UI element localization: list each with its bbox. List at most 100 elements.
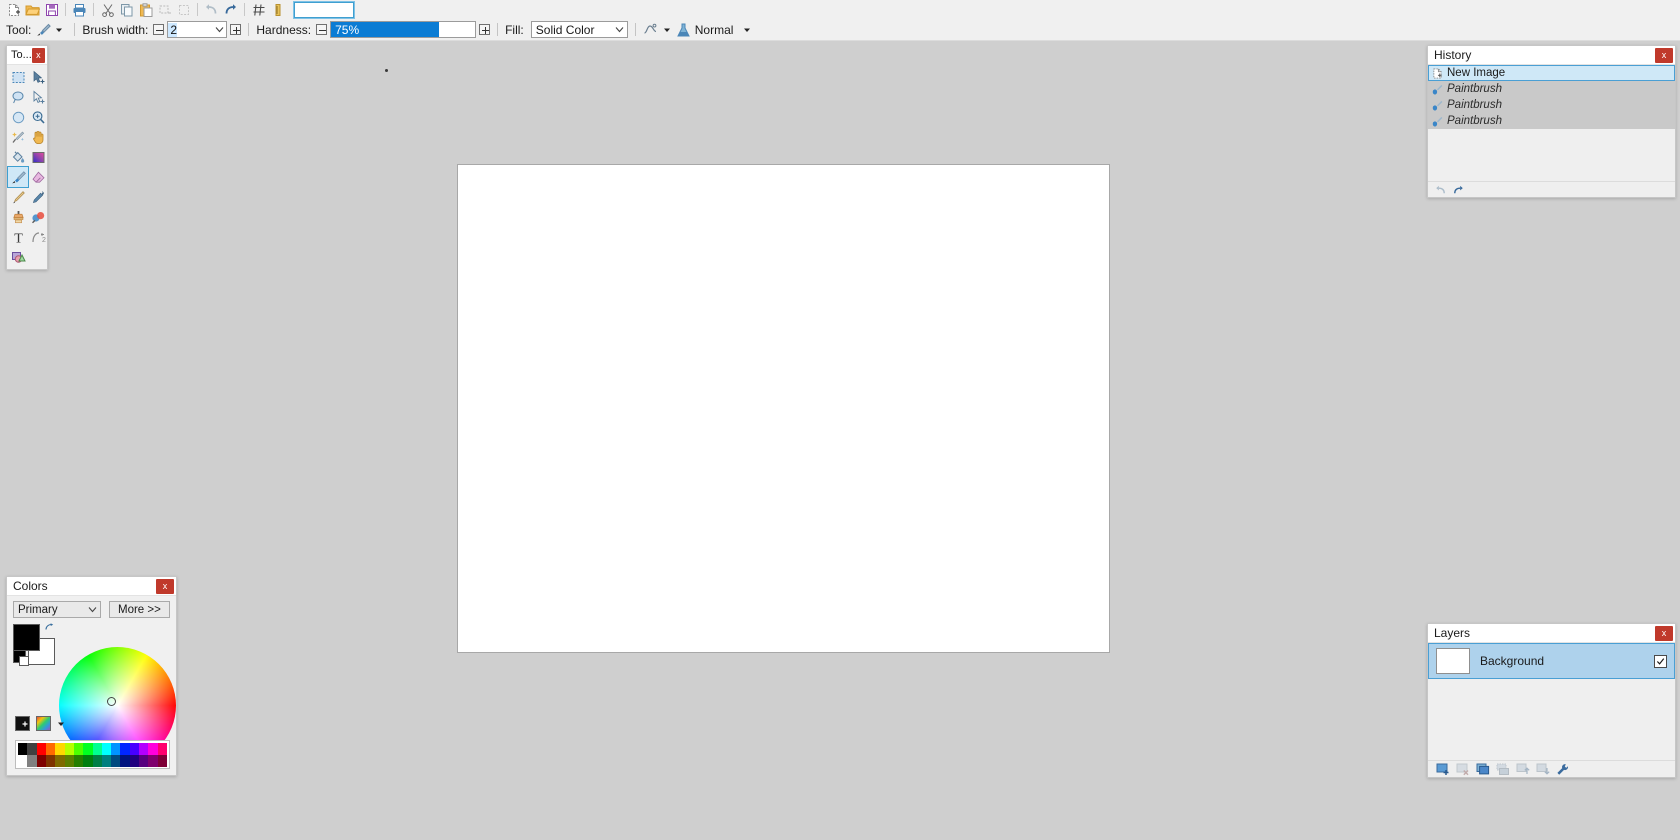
brush-width-increase-button[interactable]	[230, 24, 242, 35]
tool-paint-bucket[interactable]	[8, 147, 28, 167]
tool-recolor[interactable]	[28, 207, 48, 227]
print-image-button[interactable]	[70, 1, 89, 18]
hardness-increase-button[interactable]	[479, 24, 491, 35]
chevron-down-icon[interactable]	[86, 602, 100, 617]
tool-shapes[interactable]	[8, 247, 28, 267]
paste-button[interactable]	[136, 1, 155, 18]
redo-button[interactable]	[221, 1, 240, 18]
palette-swatch[interactable]	[101, 743, 112, 755]
add-layer-button[interactable]	[1436, 763, 1450, 776]
brush-width-decrease-button[interactable]	[153, 24, 165, 35]
palette-dropdown-arrow[interactable]	[57, 717, 65, 731]
palette-swatch[interactable]	[36, 743, 46, 755]
color-wheel-cursor[interactable]	[107, 697, 116, 706]
color-mode-combobox[interactable]: Primary	[13, 601, 101, 618]
palette-swatch[interactable]	[111, 743, 121, 755]
tool-pencil[interactable]	[8, 187, 28, 207]
palette-swatch[interactable]	[129, 755, 140, 767]
antialiasing-dropdown-arrow[interactable]	[663, 23, 671, 37]
fill-combobox[interactable]: Solid Color	[530, 21, 628, 38]
layer-visibility-checkbox[interactable]	[1654, 654, 1667, 668]
palette-picker-icon[interactable]	[36, 716, 51, 731]
palette-swatch[interactable]	[157, 755, 167, 767]
palette-swatch[interactable]	[148, 743, 158, 755]
brush-width-input[interactable]: 2	[167, 21, 228, 38]
new-image-button[interactable]	[4, 1, 23, 18]
delete-layer-button[interactable]	[1456, 763, 1470, 776]
color-palette-strip[interactable]	[15, 740, 170, 769]
tool-lasso-select[interactable]	[8, 87, 28, 107]
palette-swatch[interactable]	[45, 743, 56, 755]
palette-swatch[interactable]	[27, 755, 37, 767]
cut-button[interactable]	[98, 1, 117, 18]
copy-button[interactable]	[117, 1, 136, 18]
tool-magic-wand[interactable]	[8, 127, 28, 147]
tool-gradient[interactable]	[28, 147, 48, 167]
tool-rectangle-select[interactable]	[8, 67, 28, 87]
deselect-all-button[interactable]	[174, 1, 193, 18]
chevron-down-icon[interactable]	[212, 22, 226, 37]
tool-clone-stamp[interactable]	[8, 207, 28, 227]
layers-close-button[interactable]: x	[1655, 625, 1673, 641]
tool-eraser[interactable]	[28, 167, 48, 187]
palette-swatch[interactable]	[64, 743, 74, 755]
duplicate-layer-button[interactable]	[1476, 763, 1490, 776]
palette-swatch[interactable]	[139, 755, 149, 767]
palette-swatch[interactable]	[111, 755, 121, 767]
open-image-button[interactable]	[23, 1, 42, 18]
layer-properties-button[interactable]	[1556, 763, 1570, 776]
tool-text[interactable]: T	[8, 227, 28, 247]
palette-swatch[interactable]	[55, 755, 65, 767]
hardness-decrease-button[interactable]	[316, 24, 328, 35]
tool-line-curve[interactable]: 2	[28, 227, 48, 247]
primary-color-swatch[interactable]	[13, 624, 40, 651]
palette-row-light[interactable]	[18, 743, 167, 755]
layer-list[interactable]: Background	[1428, 643, 1675, 760]
history-item[interactable]: Paintbrush	[1428, 81, 1675, 97]
palette-swatch[interactable]	[120, 743, 130, 755]
history-undo-button[interactable]	[1434, 184, 1447, 196]
history-item[interactable]: Paintbrush	[1428, 113, 1675, 129]
move-layer-up-button[interactable]	[1516, 763, 1530, 776]
tool-zoom[interactable]	[28, 107, 48, 127]
palette-swatch[interactable]	[83, 755, 93, 767]
palette-swatch[interactable]	[45, 755, 56, 767]
paintbrush-icon[interactable]	[36, 23, 52, 37]
tool-ellipse-select[interactable]	[8, 107, 28, 127]
palette-swatch[interactable]	[120, 755, 130, 767]
chevron-down-icon[interactable]	[613, 22, 627, 37]
save-palette-icon[interactable]	[15, 716, 30, 731]
history-redo-button[interactable]	[1452, 184, 1465, 196]
undo-button[interactable]	[202, 1, 221, 18]
image-canvas[interactable]	[457, 164, 1110, 653]
tool-pan[interactable]	[28, 127, 48, 147]
palette-row-dark[interactable]	[18, 755, 167, 767]
layer-row[interactable]: Background	[1428, 643, 1675, 679]
tool-move-selection[interactable]	[28, 87, 48, 107]
merge-layer-down-button[interactable]	[1496, 763, 1510, 776]
more-colors-button[interactable]: More >>	[108, 601, 170, 618]
palette-swatch[interactable]	[64, 755, 74, 767]
reset-colors-button[interactable]	[13, 650, 29, 666]
palette-swatch[interactable]	[73, 743, 84, 755]
toolbox-close-button[interactable]: x	[31, 47, 45, 63]
palette-swatch[interactable]	[27, 743, 37, 755]
palette-swatch[interactable]	[73, 755, 84, 767]
tool-move-selected[interactable]	[28, 67, 48, 87]
history-close-button[interactable]: x	[1655, 47, 1673, 63]
palette-swatch[interactable]	[148, 755, 158, 767]
antialiasing-icon[interactable]	[643, 23, 658, 36]
canvas-surface[interactable]	[457, 164, 1110, 653]
colors-close-button[interactable]: x	[156, 578, 174, 594]
palette-swatch[interactable]	[129, 743, 140, 755]
history-list[interactable]: New Image Paintbrush Paintbrush Paintbru…	[1428, 65, 1675, 181]
palette-swatch[interactable]	[157, 743, 167, 755]
grid-button[interactable]	[249, 1, 268, 18]
rulers-button[interactable]	[268, 1, 287, 18]
save-image-button[interactable]	[42, 1, 61, 18]
move-layer-down-button[interactable]	[1536, 763, 1550, 776]
palette-swatch[interactable]	[18, 743, 28, 755]
palette-swatch[interactable]	[101, 755, 112, 767]
history-item[interactable]: Paintbrush	[1428, 97, 1675, 113]
history-item[interactable]: New Image	[1428, 65, 1675, 81]
